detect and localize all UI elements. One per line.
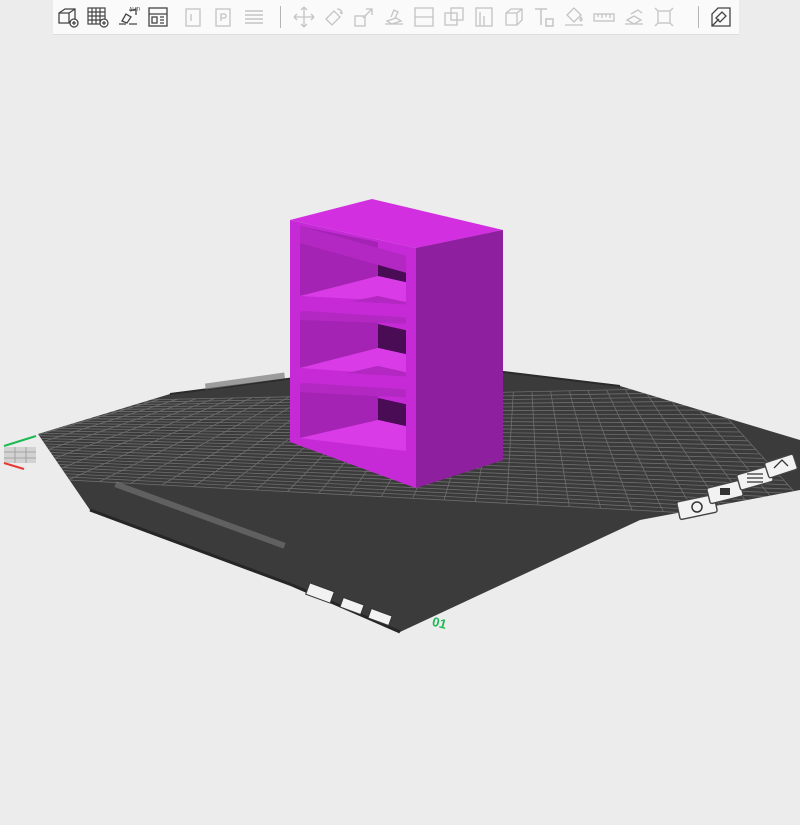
copy-icon[interactable] [181, 4, 207, 30]
support-paint-icon[interactable] [471, 4, 497, 30]
svg-text:AUTO: AUTO [129, 7, 140, 13]
cut-icon[interactable] [411, 4, 437, 30]
plate-settings-icon[interactable] [145, 4, 171, 30]
3d-viewport[interactable]: 01 [0, 34, 800, 820]
model-bookshelf[interactable] [290, 199, 503, 488]
main-toolbar: AUTO [53, 0, 739, 35]
rotate-icon[interactable] [321, 4, 347, 30]
text-emboss-icon[interactable] [531, 4, 557, 30]
assembly-icon[interactable] [621, 4, 647, 30]
plate-label: 01 [431, 614, 449, 632]
seam-paint-icon[interactable] [501, 4, 527, 30]
paste-icon[interactable] [211, 4, 237, 30]
layers-icon[interactable] [241, 4, 267, 30]
arrange-grid-icon[interactable] [85, 4, 111, 30]
move-icon[interactable] [291, 4, 317, 30]
auto-orient-icon[interactable]: AUTO [115, 4, 141, 30]
variable-layer-height-icon[interactable] [708, 4, 734, 30]
toolbar-separator [280, 6, 281, 28]
lay-on-face-icon[interactable] [381, 4, 407, 30]
toolbar-separator [698, 6, 699, 28]
boolean-icon[interactable] [441, 4, 467, 30]
axis-indicator [4, 436, 36, 469]
measure-icon[interactable] [591, 4, 617, 30]
color-paint-icon[interactable] [561, 4, 587, 30]
fit-view-icon[interactable] [651, 4, 677, 30]
add-object-icon[interactable] [55, 4, 81, 30]
scale-icon[interactable] [351, 4, 377, 30]
